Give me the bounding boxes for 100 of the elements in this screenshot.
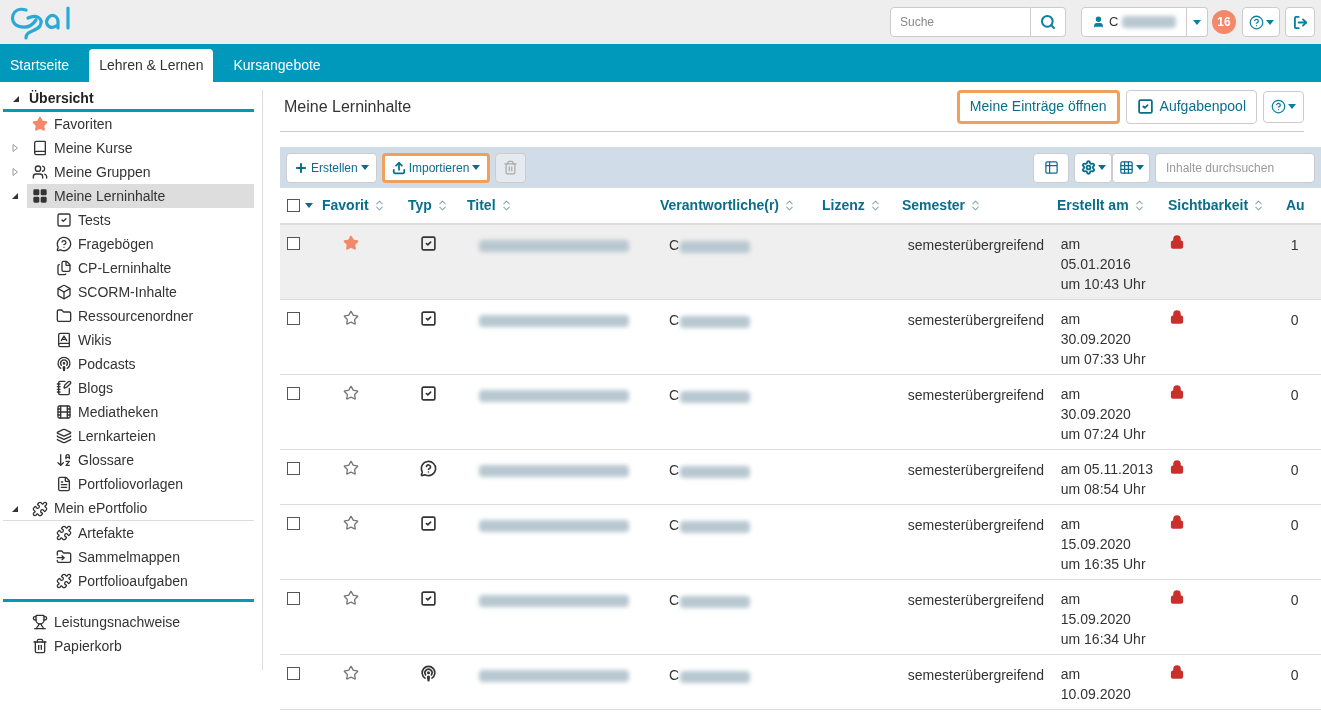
sidebar-subitem[interactable]: SCORM-Inhalte bbox=[56, 280, 254, 304]
row-checkbox[interactable] bbox=[287, 387, 300, 400]
sidebar-subitem[interactable]: Fragebögen bbox=[56, 232, 254, 256]
sidebar-item[interactable]: Meine Lerninhalte bbox=[27, 184, 254, 208]
collapsed-triangle-icon[interactable] bbox=[11, 168, 19, 176]
help-icon bbox=[1248, 14, 1264, 30]
row-checkbox[interactable] bbox=[287, 312, 300, 325]
favorite-star-icon[interactable] bbox=[343, 590, 360, 606]
expanded-triangle-icon[interactable] bbox=[12, 94, 20, 103]
settings-icon bbox=[1080, 160, 1096, 175]
search-field[interactable]: Suche bbox=[890, 7, 1031, 37]
favorite-star-icon[interactable] bbox=[343, 665, 360, 681]
favorite-star-icon[interactable] bbox=[343, 385, 360, 401]
table-cell-text: am 15.09.2020 um 16:35 Uhr bbox=[1060, 515, 1147, 574]
favorite-star-icon[interactable] bbox=[343, 235, 360, 251]
create-button[interactable]: Erstellen bbox=[286, 152, 377, 183]
table-cell-text: C bbox=[669, 386, 680, 405]
table-cell-text: C bbox=[669, 516, 680, 535]
table-cell-text: C bbox=[669, 461, 680, 480]
trash-icon bbox=[32, 638, 48, 654]
column-header[interactable]: Titel bbox=[467, 195, 496, 216]
logout-button[interactable] bbox=[1285, 7, 1315, 37]
favorite-star-icon[interactable] bbox=[343, 310, 360, 326]
table-cell: semesterübergreifend bbox=[907, 517, 1044, 533]
column-header[interactable]: Au bbox=[1286, 195, 1305, 216]
table-icon bbox=[1043, 160, 1059, 175]
sidebar-subitem[interactable]: Mediatheken bbox=[56, 400, 254, 424]
caret-icon bbox=[472, 165, 481, 170]
sidebar-heading[interactable]: Übersicht bbox=[29, 88, 94, 109]
user-button[interactable]: C bbox=[1081, 7, 1187, 37]
caret-icon bbox=[1288, 104, 1296, 109]
logout-icon bbox=[1292, 14, 1308, 30]
table-cell: 0 bbox=[1290, 462, 1299, 478]
table-view-button[interactable] bbox=[1033, 152, 1069, 183]
settings-button[interactable] bbox=[1074, 152, 1112, 183]
sidebar-subitem[interactable]: Blogs bbox=[56, 376, 254, 400]
favorite-star-icon[interactable] bbox=[343, 460, 360, 476]
row-checkbox[interactable] bbox=[287, 462, 300, 475]
table-cell-text: C bbox=[669, 236, 680, 255]
row-checkbox[interactable] bbox=[287, 517, 300, 530]
sidebar-subitem[interactable]: Artefakte bbox=[56, 521, 254, 545]
nav-tab[interactable]: Lehren & Lernen bbox=[89, 49, 214, 82]
help-button[interactable] bbox=[1263, 90, 1304, 123]
table-row[interactable]: C semesterübergreifend am 05.01.2016 um 10:43 Uhr 1 bbox=[280, 225, 1321, 300]
task-pool-button[interactable]: Aufgabenpool bbox=[1125, 89, 1257, 124]
caret-icon bbox=[360, 165, 369, 170]
sidebar-subitem[interactable]: Sammelmappen bbox=[56, 545, 254, 569]
user-menu-button[interactable] bbox=[1187, 7, 1208, 37]
help-button[interactable] bbox=[1242, 7, 1280, 37]
sidebar-item[interactable]: Papierkorb bbox=[32, 634, 254, 658]
table-cell-text: C bbox=[669, 311, 680, 330]
column-header[interactable]: Erstellt am bbox=[1057, 195, 1129, 216]
table-cell-text: am 30.09.2020 um 07:24 Uhr bbox=[1060, 385, 1147, 444]
question-bubble-icon bbox=[420, 460, 438, 477]
select-all-checkbox[interactable] bbox=[287, 199, 300, 212]
row-checkbox[interactable] bbox=[287, 592, 300, 605]
column-header[interactable]: Semester bbox=[902, 195, 966, 216]
expanded-triangle-icon[interactable] bbox=[11, 504, 19, 513]
sidebar-subitem[interactable]: Portfoliovorlagen bbox=[56, 472, 254, 496]
sidebar-subitem[interactable]: Ressourcenordner bbox=[56, 304, 254, 328]
column-header[interactable]: Typ bbox=[408, 195, 432, 216]
sidebar-subitem[interactable]: Portfolioaufgaben bbox=[56, 569, 254, 593]
import-button[interactable]: Importieren bbox=[381, 152, 491, 183]
checkbox-icon bbox=[420, 590, 438, 607]
collapsed-triangle-icon[interactable] bbox=[11, 144, 19, 152]
favorite-star-icon[interactable] bbox=[343, 515, 360, 531]
checkbox-icon bbox=[420, 515, 438, 532]
folder-icon bbox=[56, 308, 72, 324]
sidebar-item[interactable]: Favoriten bbox=[27, 112, 254, 136]
blurred-text bbox=[680, 466, 751, 478]
search-button[interactable] bbox=[1031, 7, 1066, 37]
sidebar-subitem[interactable]: Wikis bbox=[56, 328, 254, 352]
table-cell: semesterübergreifend bbox=[907, 667, 1044, 683]
sidebar-item[interactable]: Meine Gruppen bbox=[27, 160, 254, 184]
columns-button[interactable] bbox=[1112, 152, 1150, 183]
book-icon bbox=[32, 140, 48, 156]
sidebar-item[interactable]: Meine Kurse bbox=[27, 136, 254, 160]
sidebar-subitem[interactable]: Lernkarteien bbox=[56, 424, 254, 448]
column-header[interactable]: Favorit bbox=[322, 195, 369, 216]
puzzle-icon bbox=[56, 525, 72, 541]
open-entries-button[interactable]: Meine Einträge öffnen bbox=[956, 89, 1120, 124]
sidebar-subitem[interactable]: Tests bbox=[56, 208, 254, 232]
blurred-text bbox=[680, 521, 751, 533]
column-header[interactable]: Lizenz bbox=[822, 195, 865, 216]
blurred-text bbox=[680, 241, 751, 253]
sidebar-subitem[interactable]: CP-Lerninhalte bbox=[56, 256, 254, 280]
people-icon bbox=[32, 164, 48, 180]
row-checkbox[interactable] bbox=[287, 237, 300, 250]
row-checkbox[interactable] bbox=[287, 667, 300, 680]
sidebar-subitem[interactable]: Podcasts bbox=[56, 352, 254, 376]
puzzle-icon bbox=[56, 573, 72, 589]
sidebar-item[interactable]: Leistungsnachweise bbox=[32, 610, 254, 634]
sidebar-subitem[interactable]: Glossare bbox=[56, 448, 254, 472]
column-header[interactable]: Verantwortliche(r) bbox=[660, 195, 780, 216]
podcast-icon bbox=[56, 356, 72, 372]
sidebar-item[interactable]: Mein ePortfolio bbox=[27, 496, 254, 521]
caret-icon bbox=[1193, 19, 1201, 25]
cube-icon bbox=[56, 284, 72, 300]
column-header[interactable]: Sichtbarkeit bbox=[1168, 195, 1249, 216]
expanded-triangle-icon[interactable] bbox=[11, 192, 19, 200]
